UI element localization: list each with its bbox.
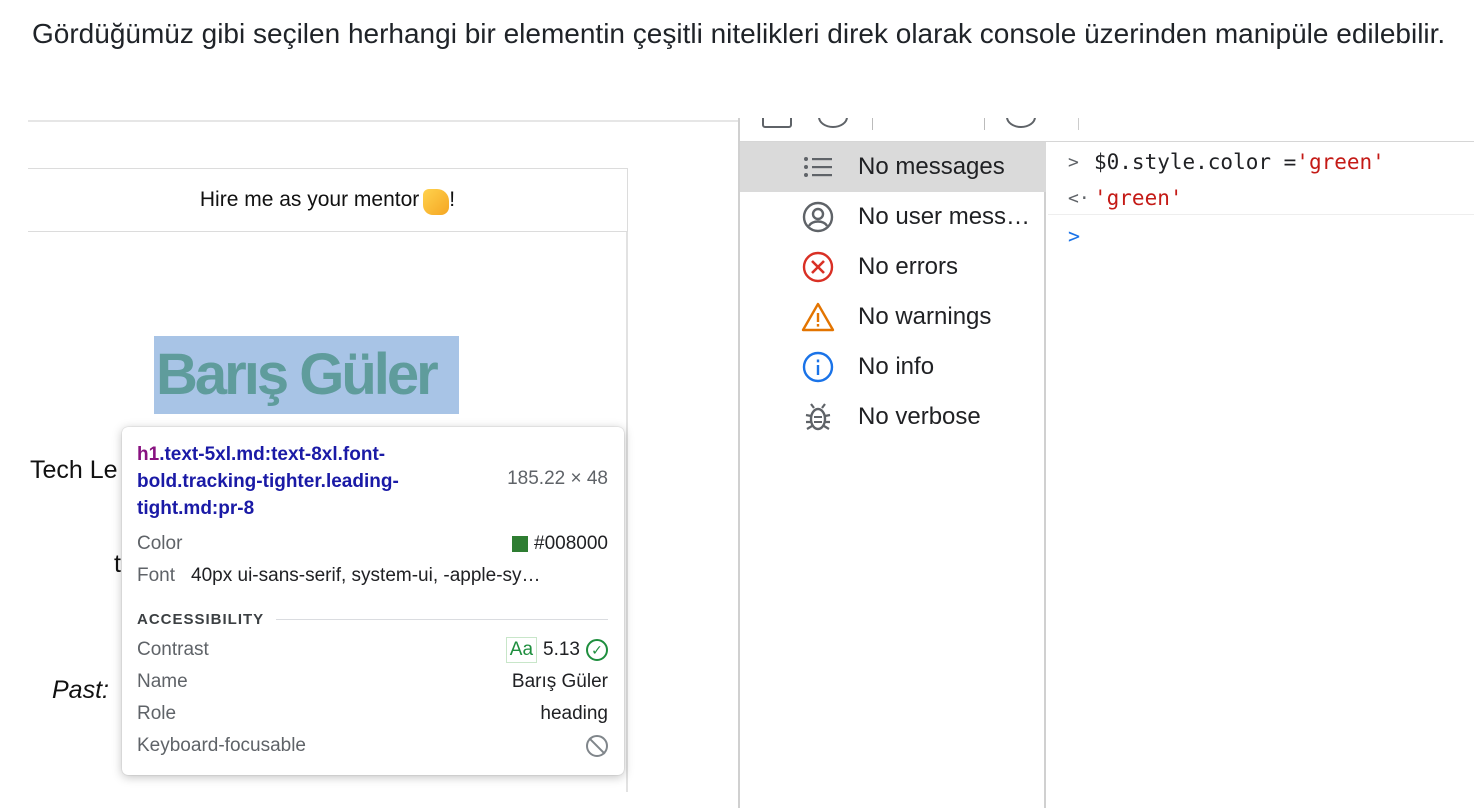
sidebar-item-label: No user mess… [858,203,1031,230]
error-icon [800,249,836,285]
role-label: Role [137,703,177,724]
element-classes: .text-5xl.md:text-8xl.font-bold.tracking… [137,444,399,519]
prompt-caret-icon: > [1068,224,1081,248]
name-label: Name [137,671,188,692]
sidebar-item-verbose[interactable]: No verbose [740,392,1046,442]
sidebar-item-errors[interactable]: No errors [740,242,1046,292]
warning-icon [800,299,836,335]
tooltip-header: h1.text-5xl.md:text-8xl.font-bold.tracki… [137,441,608,522]
highlighted-heading[interactable]: Barış Güler [154,336,459,414]
input-prompt: > [1068,151,1079,173]
color-row: Color #008000 [137,528,608,560]
contrast-aa-badge: Aa [505,637,538,663]
sidebar-item-user-messages[interactable]: No user mess… [740,192,1046,242]
devtools-panel: No messages No user mess… No errors No w… [738,118,1474,808]
input-code: $0.style.color = [1094,150,1297,174]
color-swatch [512,536,529,552]
element-tag: h1 [137,444,160,465]
sidebar-item-info[interactable]: No info [740,342,1046,392]
user-icon [800,199,836,235]
text-fragment: t [114,550,121,578]
sidebar-item-label: No messages [858,153,1005,180]
mentor-banner[interactable]: Hire me as your mentor ! [28,168,628,232]
input-string: 'green' [1296,150,1385,174]
toolbar-separator [872,118,873,130]
console-result-line: <· 'green' [1068,180,1183,216]
color-label: Color [137,533,183,554]
element-selector: h1.text-5xl.md:text-8xl.font-bold.tracki… [137,441,487,522]
filter-input[interactable] [1078,118,1474,130]
inspect-tooltip: h1.text-5xl.md:text-8xl.font-bold.tracki… [122,427,624,775]
sidebar-item-label: No verbose [858,403,981,430]
console-sidebar: No messages No user mess… No errors No w… [740,142,1046,808]
color-value: #008000 [534,533,608,554]
font-value: 40px ui-sans-serif, system-ui, -apple-sy… [191,565,541,586]
element-size: 185.22 × 48 [507,468,608,489]
contrast-value: 5.13 [543,639,580,660]
sidebar-toggle-icon[interactable] [762,118,792,128]
clear-console-icon[interactable] [818,118,848,128]
section-divider [276,618,608,620]
info-icon [800,349,836,385]
keyboard-row: Keyboard-focusable [137,730,608,762]
console-toolbar [740,118,1474,142]
console-divider [1048,214,1474,215]
mentor-banner-suffix: ! [449,188,456,211]
contrast-label: Contrast [137,639,209,660]
sidebar-item-label: No warnings [858,303,992,330]
sidebar-item-label: No info [858,353,935,380]
toolbar-separator [984,118,985,130]
past-label: Past: [52,676,109,704]
sidebar-item-messages[interactable]: No messages [740,142,1046,192]
keyboard-label: Keyboard-focusable [137,735,306,756]
result-arrow-icon: <· [1068,187,1090,209]
font-label: Font [137,565,176,586]
console-prompt-line[interactable]: > [1068,218,1080,254]
console-output[interactable]: > $0.style.color = 'green' <· 'green' > [1048,142,1474,808]
list-icon [800,149,836,185]
accessibility-section: ACCESSIBILITY [137,604,608,634]
not-allowed-icon [586,735,608,757]
subtitle-fragment: Tech Le [30,456,118,484]
sidebar-item-label: No errors [858,253,959,280]
intro-paragraph: Gördüğümüz gibi seçilen herhangi bir ele… [32,18,1446,49]
console-input-line: > $0.style.color = 'green' [1068,144,1385,180]
role-value: heading [540,703,608,724]
sidebar-item-warnings[interactable]: No warnings [740,292,1046,342]
accessibility-title: ACCESSIBILITY [137,610,265,628]
page-divider [626,232,628,792]
name-value: Barış Güler [511,671,608,692]
waving-hand-icon [423,189,450,215]
eye-icon[interactable] [1006,118,1036,128]
role-row: Role heading [137,698,608,730]
font-row: Font 40px ui-sans-serif, system-ui, -app… [137,560,608,592]
bug-icon [800,399,836,435]
name-row: Name Barış Güler [137,666,608,698]
contrast-row: Contrast Aa 5.13 ✓ [137,634,608,666]
result-string: 'green' [1094,186,1183,210]
check-circle-icon: ✓ [586,639,608,661]
mentor-banner-text: Hire me as your mentor [199,188,420,211]
